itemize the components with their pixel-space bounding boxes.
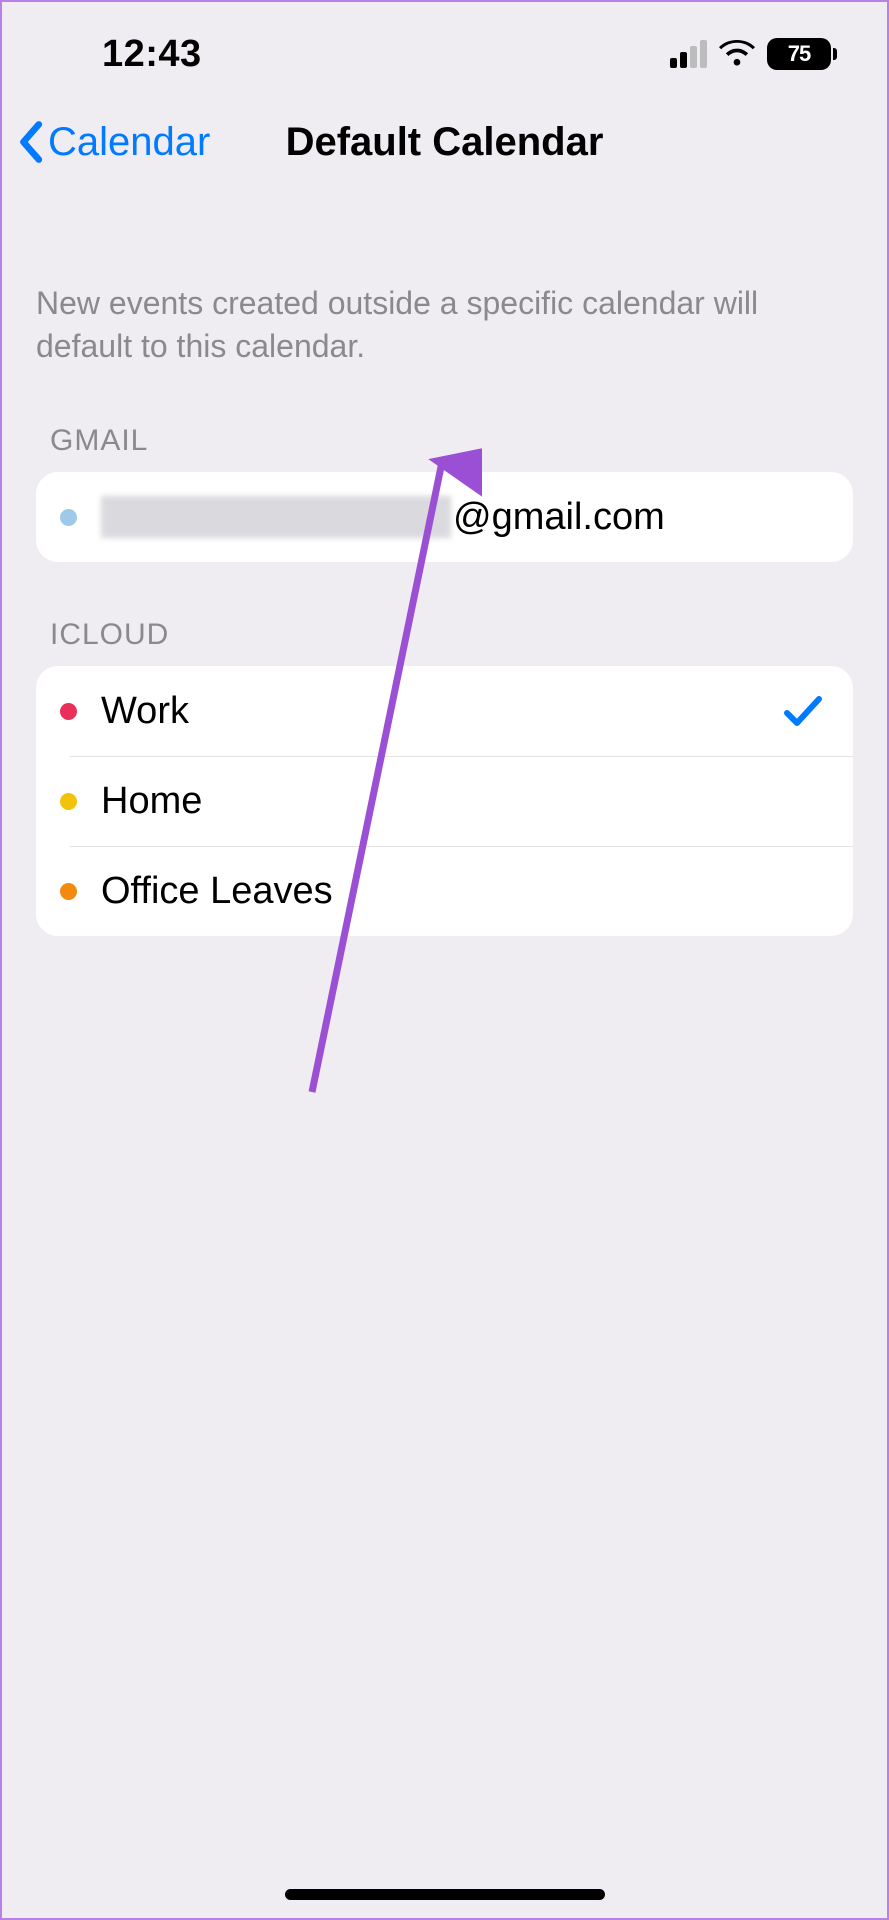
calendar-row-office-leaves[interactable]: Office Leaves xyxy=(36,846,853,936)
status-indicators: 75 xyxy=(670,38,837,70)
calendar-color-dot xyxy=(60,793,77,810)
calendar-color-dot xyxy=(60,509,77,526)
battery-icon: 75 xyxy=(767,38,837,70)
battery-level: 75 xyxy=(767,38,831,70)
group-icloud: Work Home Office Leaves xyxy=(36,666,853,936)
back-button[interactable]: Calendar xyxy=(14,120,210,165)
checkmark-icon xyxy=(783,693,823,729)
cellular-icon xyxy=(670,40,707,68)
calendar-label: Office Leaves xyxy=(101,870,823,913)
status-time: 12:43 xyxy=(102,33,202,76)
email-suffix: @gmail.com xyxy=(453,496,665,539)
chevron-left-icon xyxy=(14,120,46,164)
description-text: New events created outside a specific ca… xyxy=(2,192,887,368)
section-header-gmail: GMAIL xyxy=(2,368,887,472)
calendar-color-dot xyxy=(60,703,77,720)
calendar-row-home[interactable]: Home xyxy=(36,756,853,846)
wifi-icon xyxy=(719,40,755,68)
calendar-row-gmail-0[interactable]: @gmail.com xyxy=(36,472,853,562)
calendar-row-work[interactable]: Work xyxy=(36,666,853,756)
section-header-icloud: ICLOUD xyxy=(2,562,887,666)
calendar-color-dot xyxy=(60,883,77,900)
back-label: Calendar xyxy=(48,120,210,165)
calendar-label: Home xyxy=(101,780,823,823)
redacted-text xyxy=(101,496,451,538)
navigation-bar: Calendar Default Calendar xyxy=(2,92,887,192)
calendar-label: @gmail.com xyxy=(101,496,823,539)
home-indicator[interactable] xyxy=(285,1889,605,1900)
group-gmail: @gmail.com xyxy=(36,472,853,562)
calendar-label: Work xyxy=(101,690,783,733)
status-bar: 12:43 75 xyxy=(2,2,887,92)
